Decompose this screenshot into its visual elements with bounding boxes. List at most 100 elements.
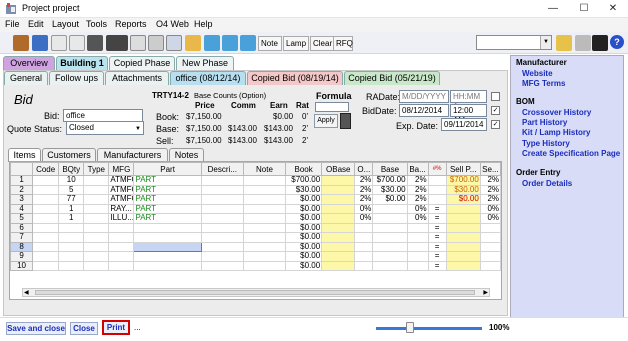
cell-part[interactable] xyxy=(133,251,202,262)
link-kit-lamp-history[interactable]: Kit / Lamp History xyxy=(522,128,590,137)
cell-pct[interactable] xyxy=(427,175,447,186)
tab-manufacturers[interactable]: Manufacturers xyxy=(97,148,168,162)
cell-pct[interactable]: = xyxy=(427,213,447,224)
cell-pct[interactable]: = xyxy=(427,251,447,262)
cell-obase[interactable] xyxy=(321,232,356,243)
cell-mfg[interactable]: ATMFG xyxy=(108,184,135,195)
cell-type[interactable] xyxy=(83,213,110,224)
cell-base[interactable] xyxy=(372,222,408,233)
cell-type[interactable] xyxy=(83,241,110,252)
cell-mfg[interactable]: ATMFG xyxy=(108,194,135,205)
tab-customers[interactable]: Customers xyxy=(42,148,96,162)
link-crossover-history[interactable]: Crossover History xyxy=(522,108,591,117)
lamp-button[interactable]: Lamp xyxy=(283,36,309,51)
table-row[interactable]: 377ATMFGPART$0.002%$0.002%$0.002% xyxy=(10,194,501,205)
cell-se[interactable] xyxy=(479,260,501,271)
cell-code[interactable] xyxy=(32,175,60,186)
cell-desc[interactable] xyxy=(200,194,244,205)
cell-book[interactable]: $0.00 xyxy=(285,222,323,233)
cell-type[interactable] xyxy=(83,251,110,262)
menu-reports[interactable]: Reports xyxy=(115,19,147,29)
cell-desc[interactable] xyxy=(200,251,244,262)
cell-note[interactable] xyxy=(242,184,287,195)
table-row[interactable]: 9 $0.00 = xyxy=(10,251,501,262)
link-type-history[interactable]: Type History xyxy=(522,139,570,148)
column-header-5[interactable]: Part xyxy=(133,162,202,176)
tab-copied-bid-2[interactable]: Copied Bid (05/21/19) xyxy=(344,71,440,85)
cell-mfg[interactable] xyxy=(108,260,135,271)
cell-bqty[interactable] xyxy=(58,222,85,233)
tree-move-icon[interactable] xyxy=(240,35,256,51)
cell-base[interactable] xyxy=(372,213,408,224)
cell-o[interactable] xyxy=(354,251,374,262)
cell-pct[interactable] xyxy=(427,194,447,205)
cell-mfg[interactable] xyxy=(108,232,135,243)
note-button[interactable]: Note xyxy=(258,36,282,51)
table-row[interactable]: 4 1 RAY... PART $0.00 0% 0% = 0% xyxy=(10,203,501,214)
cell-mfg[interactable]: RAY... xyxy=(108,203,135,214)
cell-book[interactable]: $0.00 xyxy=(285,213,323,224)
cell-obase[interactable] xyxy=(321,194,356,205)
menu-tools[interactable]: Tools xyxy=(86,19,107,29)
zoom-slider-thumb[interactable] xyxy=(406,322,414,333)
more-ellipsis[interactable]: ... xyxy=(134,323,141,332)
cell-base[interactable]: $0.00 xyxy=(372,194,408,205)
scroll-right-icon[interactable]: ▶ xyxy=(483,289,488,296)
cell-code[interactable] xyxy=(32,194,60,205)
cell-note[interactable] xyxy=(242,260,287,271)
scroll-left-icon[interactable]: ◀ xyxy=(24,289,29,296)
cell-sell[interactable] xyxy=(445,232,481,243)
tab-overview[interactable]: Overview xyxy=(3,56,55,70)
cell-o[interactable]: 2% xyxy=(354,194,374,205)
table-row[interactable]: 8 $0.00 = xyxy=(10,241,501,252)
close-button[interactable]: Close xyxy=(70,322,98,335)
cell-mfg[interactable]: ILLU... xyxy=(108,213,135,224)
cell-code[interactable] xyxy=(32,260,60,271)
horizontal-scrollbar[interactable]: ◀ ▶ xyxy=(22,288,490,297)
cell-o[interactable] xyxy=(354,241,374,252)
cell-note[interactable] xyxy=(242,251,287,262)
tab-copied-bid-1[interactable]: Copied Bid (08/19/14) xyxy=(247,71,343,85)
cell-o[interactable]: 2% xyxy=(354,175,374,186)
cell-type[interactable] xyxy=(83,194,110,205)
folder-icon[interactable] xyxy=(185,35,201,51)
cell-bqty[interactable]: 5 xyxy=(58,184,85,195)
radate-checkbox[interactable] xyxy=(491,92,500,101)
screen-icon[interactable] xyxy=(148,35,164,51)
radate-date-field[interactable]: M/DD/YYYY xyxy=(399,90,449,103)
cell-o[interactable]: 0% xyxy=(354,213,374,224)
cell-note[interactable] xyxy=(242,194,287,205)
cell-obase[interactable] xyxy=(321,203,356,214)
cell-part[interactable] xyxy=(133,260,202,271)
link-create-spec-page[interactable]: Create Specification Page xyxy=(522,149,620,158)
menu-edit[interactable]: Edit xyxy=(28,19,44,29)
minimize-button[interactable]: — xyxy=(538,0,568,18)
cell-pct[interactable]: = xyxy=(427,241,447,252)
cell-bqty[interactable] xyxy=(58,251,85,262)
cell-code[interactable] xyxy=(32,232,60,243)
cell-code[interactable] xyxy=(32,251,60,262)
cell-base[interactable]: $700.00 xyxy=(372,175,408,186)
panel-icon[interactable] xyxy=(575,35,591,51)
cell-code[interactable] xyxy=(32,222,60,233)
cell-type[interactable] xyxy=(83,260,110,271)
tab-items[interactable]: Items xyxy=(8,148,41,162)
tab-office-bid[interactable]: office (08/12/14) xyxy=(170,71,246,85)
cell-bqty[interactable]: 10 xyxy=(58,175,85,186)
cell-note[interactable] xyxy=(242,241,287,252)
quote-status-select[interactable]: Closed ▼ xyxy=(66,121,144,135)
cell-ba[interactable]: 0% xyxy=(406,203,429,214)
link-part-history[interactable]: Part History xyxy=(522,118,567,127)
tools-icon[interactable] xyxy=(87,35,103,51)
cell-se[interactable] xyxy=(479,241,501,252)
apply-button[interactable]: Apply xyxy=(314,114,338,128)
cell-sell[interactable]: $0.00 xyxy=(445,194,481,205)
link-website[interactable]: Website xyxy=(522,69,553,78)
cell-obase[interactable] xyxy=(321,213,356,224)
cell-desc[interactable] xyxy=(200,241,244,252)
menu-o4web[interactable]: O4 Web xyxy=(156,19,189,29)
menu-layout[interactable]: Layout xyxy=(52,19,79,29)
cell-desc[interactable] xyxy=(200,203,244,214)
table-row[interactable]: 25ATMFGPART$30.002%$30.002%$30.002% xyxy=(10,184,501,195)
cell-note[interactable] xyxy=(242,213,287,224)
